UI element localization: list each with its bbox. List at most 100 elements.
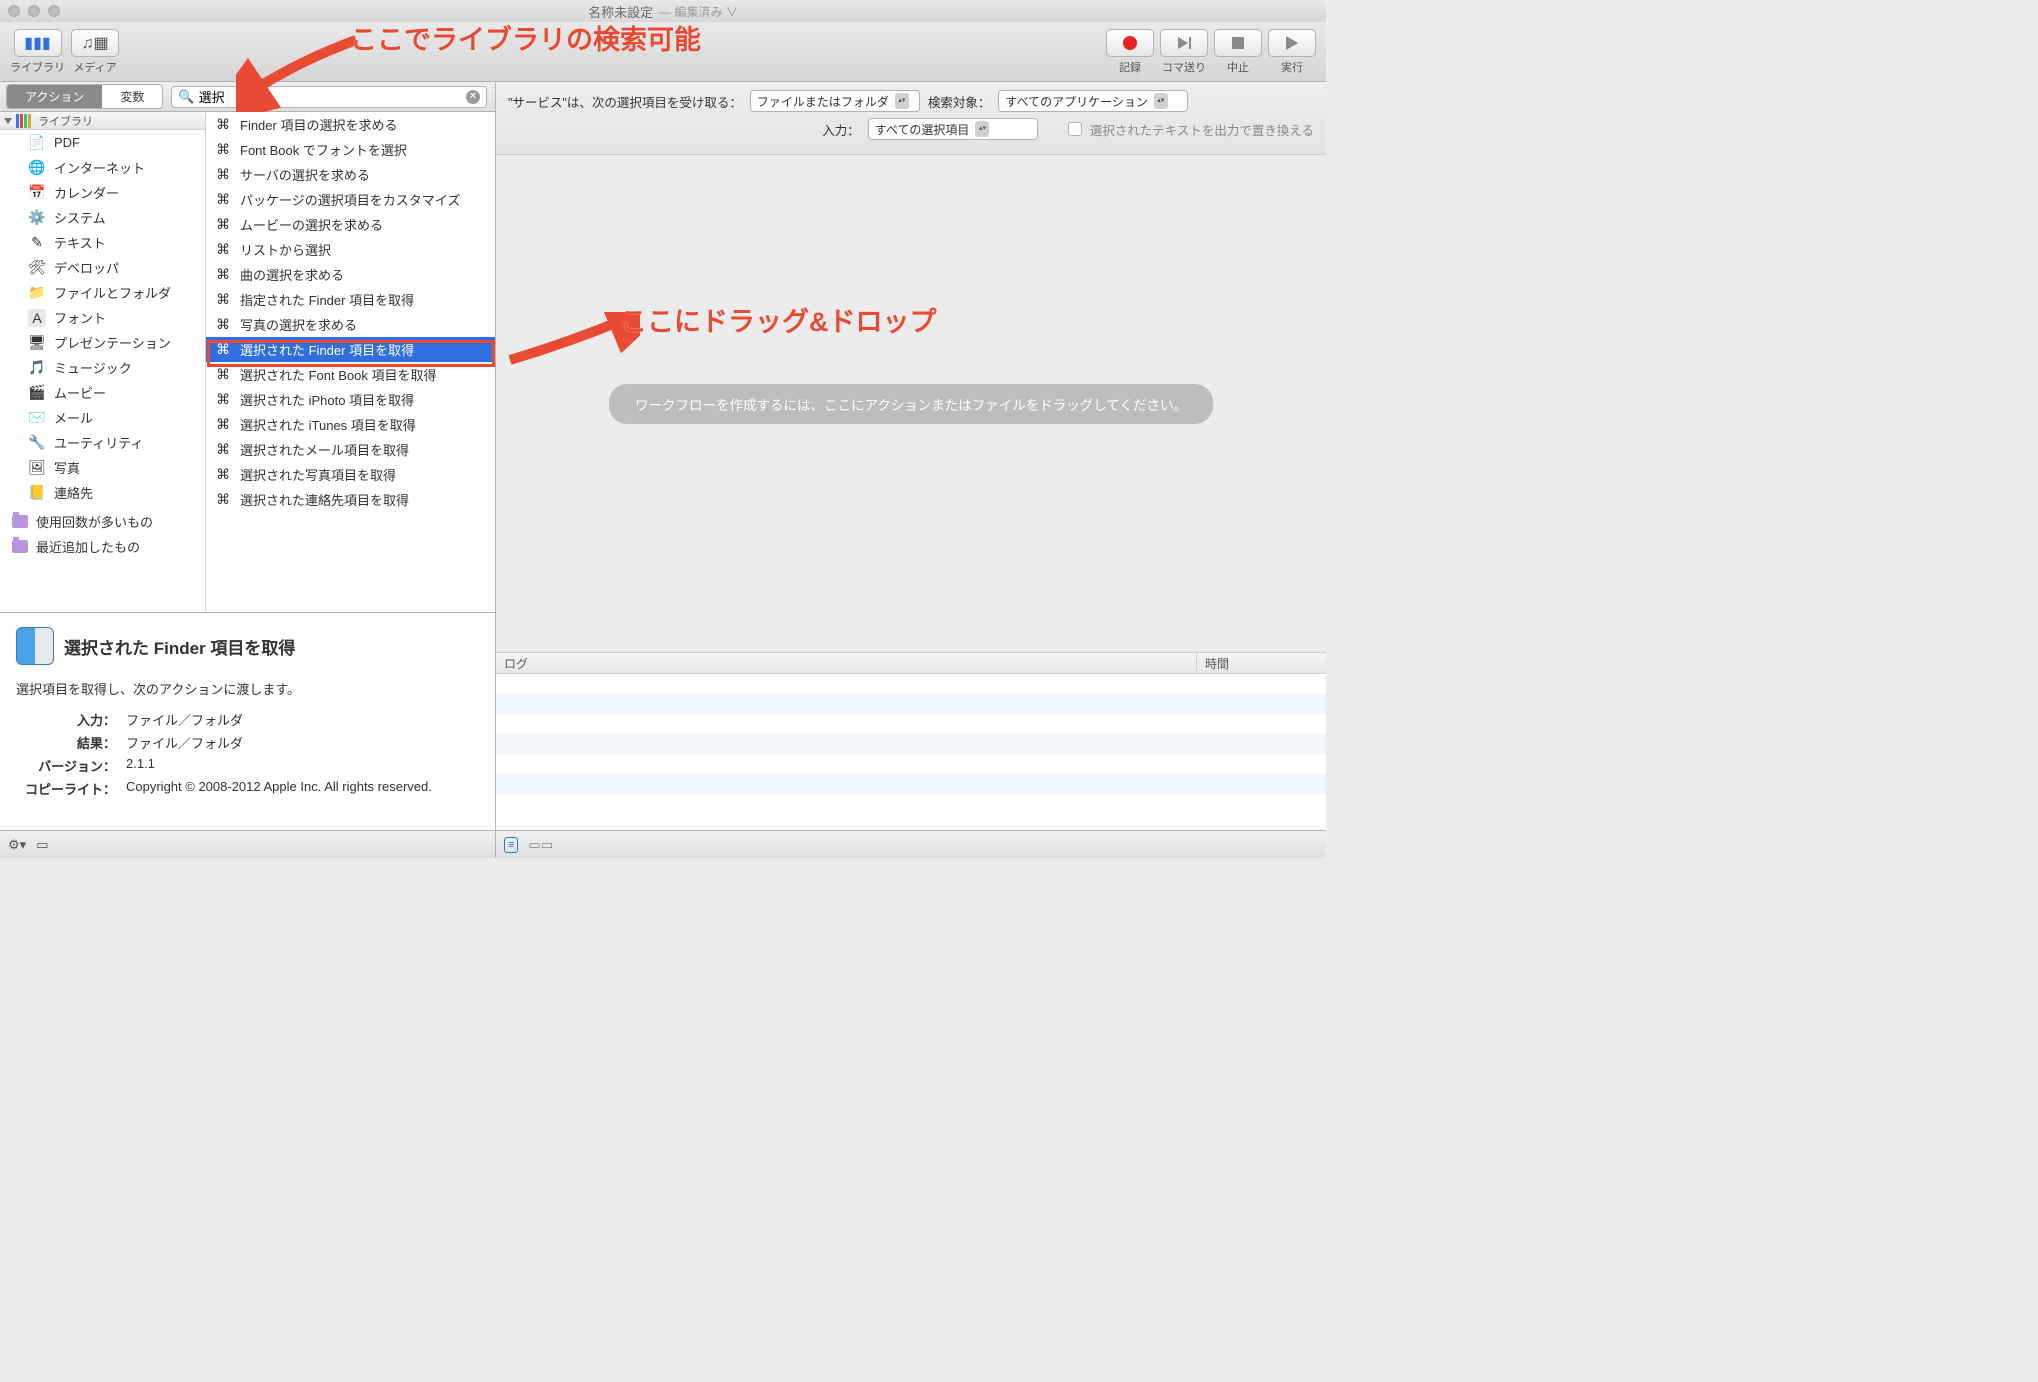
disclosure-triangle-icon[interactable]	[4, 118, 12, 124]
smart-folder-label: 最近追加したもの	[36, 537, 140, 556]
stop-button[interactable]: 中止	[1214, 29, 1262, 75]
action-item-label: 指定された Finder 項目を取得	[240, 290, 414, 309]
view-flow-icon[interactable]: ▭▭	[528, 837, 553, 853]
info-value: Copyright © 2008-2012 Apple Inc. All rig…	[126, 779, 432, 798]
smart-folder-item[interactable]: 最近追加したもの	[0, 534, 205, 559]
library-item[interactable]: 🎵ミュージック	[0, 355, 205, 380]
gear-icon[interactable]: ⚙︎▾	[8, 837, 26, 853]
library-item-label: 写真	[54, 458, 80, 477]
action-item[interactable]: ⌘選択されたメール項目を取得	[206, 437, 495, 462]
replace-checkbox[interactable]	[1068, 122, 1082, 136]
category-icon: 🎬	[28, 384, 46, 402]
library-item[interactable]: 🖼写真	[0, 455, 205, 480]
log-col-time[interactable]: 時間	[1196, 653, 1326, 673]
action-item-label: 選択された iTunes 項目を取得	[240, 415, 416, 434]
category-icon: 📄	[28, 134, 46, 152]
library-item-label: プレゼンテーション	[54, 333, 171, 352]
action-item[interactable]: ⌘サーバの選択を求める	[206, 162, 495, 187]
log-col-log[interactable]: ログ	[496, 653, 1196, 673]
info-key: コピーライト：	[16, 779, 116, 798]
category-icon: 📅	[28, 184, 46, 202]
action-icon: ⌘	[214, 316, 232, 334]
category-icon: 🖥	[28, 334, 46, 352]
action-item[interactable]: ⌘Font Book でフォントを選択	[206, 137, 495, 162]
action-item[interactable]: ⌘パッケージの選択項目をカスタマイズ	[206, 187, 495, 212]
action-item[interactable]: ⌘選択された連絡先項目を取得	[206, 487, 495, 512]
action-icon: ⌘	[214, 241, 232, 259]
action-item[interactable]: ⌘写真の選択を求める	[206, 312, 495, 337]
library-item[interactable]: ⚙️システム	[0, 205, 205, 230]
step-icon	[1178, 37, 1191, 49]
library-item[interactable]: 📅 カレンダー	[0, 180, 205, 205]
action-item[interactable]: ⌘ 指定された Finder 項目を取得	[206, 287, 495, 312]
view-list-icon[interactable]: ≡	[504, 837, 518, 853]
library-item[interactable]: 📄PDF	[0, 130, 205, 155]
library-item[interactable]: 🔧 ユーティリティ	[0, 430, 205, 455]
library-item[interactable]: ✎テキスト	[0, 230, 205, 255]
smart-folder-icon	[12, 540, 28, 553]
zoom-icon[interactable]	[48, 5, 60, 17]
right-footer: ≡ ▭▭	[496, 830, 1326, 858]
category-icon: 🌐	[28, 159, 46, 177]
action-item[interactable]: ⌘選択された iTunes 項目を取得	[206, 412, 495, 437]
title-subtitle[interactable]: — 編集済み ∨	[659, 3, 738, 20]
library-item[interactable]: ✉️メール	[0, 405, 205, 430]
segmented-control[interactable]: アクション 変数	[6, 84, 163, 109]
action-item[interactable]: ⌘選択された写真項目を取得	[206, 462, 495, 487]
target-popup[interactable]: すべてのアプリケーション ▴▾	[998, 90, 1188, 112]
input-popup[interactable]: すべての選択項目 ▴▾	[868, 118, 1038, 140]
info-title: 選択された Finder 項目を取得	[64, 634, 295, 659]
library-button[interactable]: ▮▮▮ ライブラリ	[10, 29, 65, 75]
action-item[interactable]: ⌘リストから選択	[206, 237, 495, 262]
library-item[interactable]: 🖥 プレゼンテーション	[0, 330, 205, 355]
clear-icon[interactable]: ✕	[466, 90, 480, 104]
action-item-label: Font Book でフォントを選択	[240, 140, 407, 159]
action-item[interactable]: ⌘Finder 項目の選択を求める	[206, 112, 495, 137]
action-icon: ⌘	[214, 291, 232, 309]
library-item[interactable]: Aフォント	[0, 305, 205, 330]
search-field[interactable]: 🔍 ✕	[171, 86, 487, 108]
library-header[interactable]: ライブラリ	[0, 112, 205, 130]
info-key: 結果：	[16, 733, 116, 752]
service-receives-label: "サービス"は、次の選択項目を受け取る：	[508, 92, 742, 111]
input-label: 入力：	[822, 120, 860, 139]
record-icon	[1123, 36, 1137, 50]
action-item[interactable]: ⌘選択された Finder 項目を取得	[206, 337, 495, 362]
library-item[interactable]: 🎬ムービー	[0, 380, 205, 405]
library-item-label: カレンダー	[54, 183, 119, 202]
info-description: 選択項目を取得し、次のアクションに渡します。	[16, 679, 479, 698]
category-icon: 📒	[28, 484, 46, 502]
smart-folder-item[interactable]: 使用回数が多いもの	[0, 509, 205, 534]
action-item[interactable]: ⌘ムービーの選択を求める	[206, 212, 495, 237]
action-item[interactable]: ⌘選択された Font Book 項目を取得	[206, 362, 495, 387]
library-item-label: システム	[54, 208, 106, 227]
search-input[interactable]	[199, 89, 462, 104]
info-key: 入力：	[16, 710, 116, 729]
record-button[interactable]: 記録	[1106, 29, 1154, 75]
action-item-label: Finder 項目の選択を求める	[240, 115, 397, 134]
media-button[interactable]: ♫▦ メディア	[71, 29, 119, 75]
receives-popup[interactable]: ファイルまたはフォルダ ▴▾	[750, 90, 920, 112]
log-header: ログ 時間	[496, 652, 1326, 674]
close-icon[interactable]	[8, 5, 20, 17]
step-button[interactable]: コマ送り	[1160, 29, 1208, 75]
action-item-label: 選択されたメール項目を取得	[240, 440, 409, 459]
action-item[interactable]: ⌘曲の選択を求める	[206, 262, 495, 287]
library-item[interactable]: 🛠デベロッパ	[0, 255, 205, 280]
library-item-label: ユーティリティ	[54, 433, 143, 452]
action-item[interactable]: ⌘選択された iPhoto 項目を取得	[206, 387, 495, 412]
segment-action[interactable]: アクション	[7, 85, 102, 108]
run-button[interactable]: 実行	[1268, 29, 1316, 75]
library-column[interactable]: ライブラリ 📄PDF🌐インターネット 📅 カレンダー ⚙️システム✎テキスト🛠デベロッ…	[0, 112, 206, 612]
segment-variable[interactable]: 変数	[102, 85, 162, 108]
library-item[interactable]: 📒連絡先	[0, 480, 205, 505]
chevron-updown-icon: ▴▾	[975, 121, 989, 137]
library-item[interactable]: 🌐インターネット	[0, 155, 205, 180]
target-label: 検索対象：	[928, 92, 991, 111]
actions-column[interactable]: ⌘Finder 項目の選択を求める⌘Font Book でフォントを選択⌘サーバ…	[206, 112, 495, 612]
category-icon: 🔧	[28, 434, 46, 452]
minimize-icon[interactable]	[28, 5, 40, 17]
workflow-canvas[interactable]: ワークフローを作成するには、ここにアクションまたはファイルをドラッグしてください…	[496, 155, 1326, 652]
panel-toggle-icon[interactable]: ▭	[36, 837, 48, 853]
library-item[interactable]: 📁ファイルとフォルダ	[0, 280, 205, 305]
